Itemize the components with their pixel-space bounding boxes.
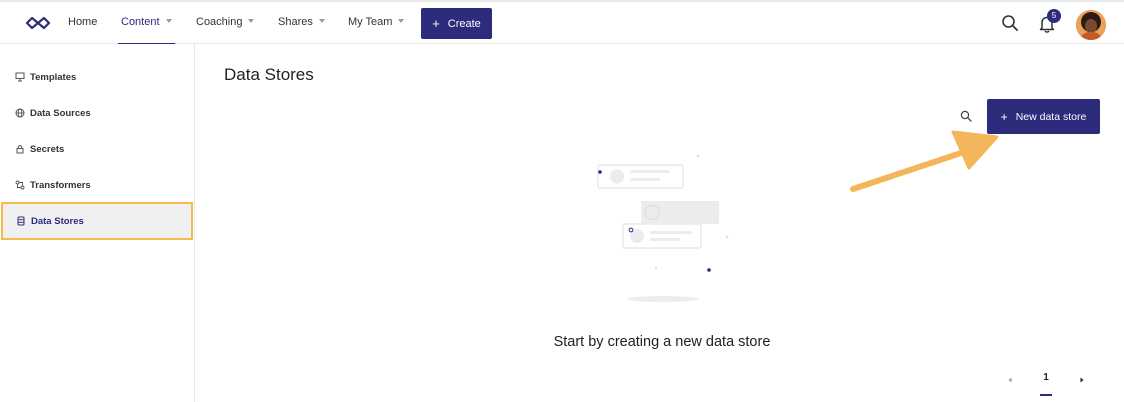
sidebar-item-templates[interactable]: Templates <box>0 59 194 95</box>
pagination-active-indicator <box>1040 394 1052 396</box>
search-icon[interactable] <box>960 110 972 122</box>
nav-content[interactable]: Content <box>118 2 175 45</box>
nav-home-label: Home <box>68 16 98 28</box>
search-icon[interactable] <box>1001 14 1019 32</box>
notification-badge: 5 <box>1047 9 1061 23</box>
globe-icon <box>15 108 25 118</box>
create-button-label: Create <box>447 17 481 30</box>
transform-icon <box>15 180 25 190</box>
empty-state-message: Start by creating a new data store <box>553 334 771 350</box>
plus-icon: + <box>1000 109 1008 124</box>
plus-icon: + <box>432 16 440 31</box>
sidebar-item-data-stores[interactable]: Data Stores <box>1 202 193 240</box>
nav-home[interactable]: Home <box>68 2 97 44</box>
nav-shares-label: Shares <box>278 16 313 28</box>
nav-shares[interactable]: Shares <box>278 2 325 44</box>
sidebar-item-label: Transformers <box>30 179 91 191</box>
avatar[interactable] <box>1076 10 1106 40</box>
nav-my-team-label: My Team <box>348 16 393 28</box>
chevron-left-icon[interactable] <box>1006 376 1014 384</box>
sidebar-item-label: Data Stores <box>31 215 84 227</box>
user-avatar-icon <box>1076 10 1106 40</box>
sidebar-item-data-sources[interactable]: Data Sources <box>0 95 194 131</box>
chevron-down-icon <box>318 19 325 23</box>
sidebar-item-label: Data Sources <box>30 107 91 119</box>
sidebar-item-transformers[interactable]: Transformers <box>0 167 194 203</box>
nav-coaching-label: Coaching <box>196 16 243 28</box>
page-title: Data Stores <box>224 65 314 84</box>
app-page: Home Content Coaching Shares My Team + C… <box>0 0 1124 402</box>
chevron-down-icon <box>398 19 405 23</box>
chevron-down-icon <box>165 19 172 23</box>
nav-coaching[interactable]: Coaching <box>196 2 255 44</box>
top-navigation-bar: Home Content Coaching Shares My Team + C… <box>0 2 1124 45</box>
presentation-icon <box>15 72 25 82</box>
database-icon <box>17 216 25 226</box>
sidebar-item-label: Secrets <box>30 143 65 155</box>
sidebar-item-label: Templates <box>30 71 77 83</box>
sidebar: Templates Data Sources Secrets Transform… <box>0 44 195 402</box>
empty-state-illustration-icon <box>597 154 729 302</box>
lock-icon <box>16 145 24 154</box>
nav-content-label: Content <box>121 16 160 28</box>
infinity-logo-icon[interactable] <box>24 12 52 34</box>
chevron-down-icon <box>248 19 255 23</box>
nav-my-team[interactable]: My Team <box>348 2 405 44</box>
chevron-right-icon[interactable] <box>1078 376 1086 384</box>
callout-arrow-icon <box>850 130 999 192</box>
pagination-page-current[interactable]: 1 <box>1038 372 1054 383</box>
create-button[interactable]: + Create <box>421 8 492 39</box>
sidebar-item-secrets[interactable]: Secrets <box>0 131 194 167</box>
new-data-store-label: New data store <box>1015 110 1087 123</box>
